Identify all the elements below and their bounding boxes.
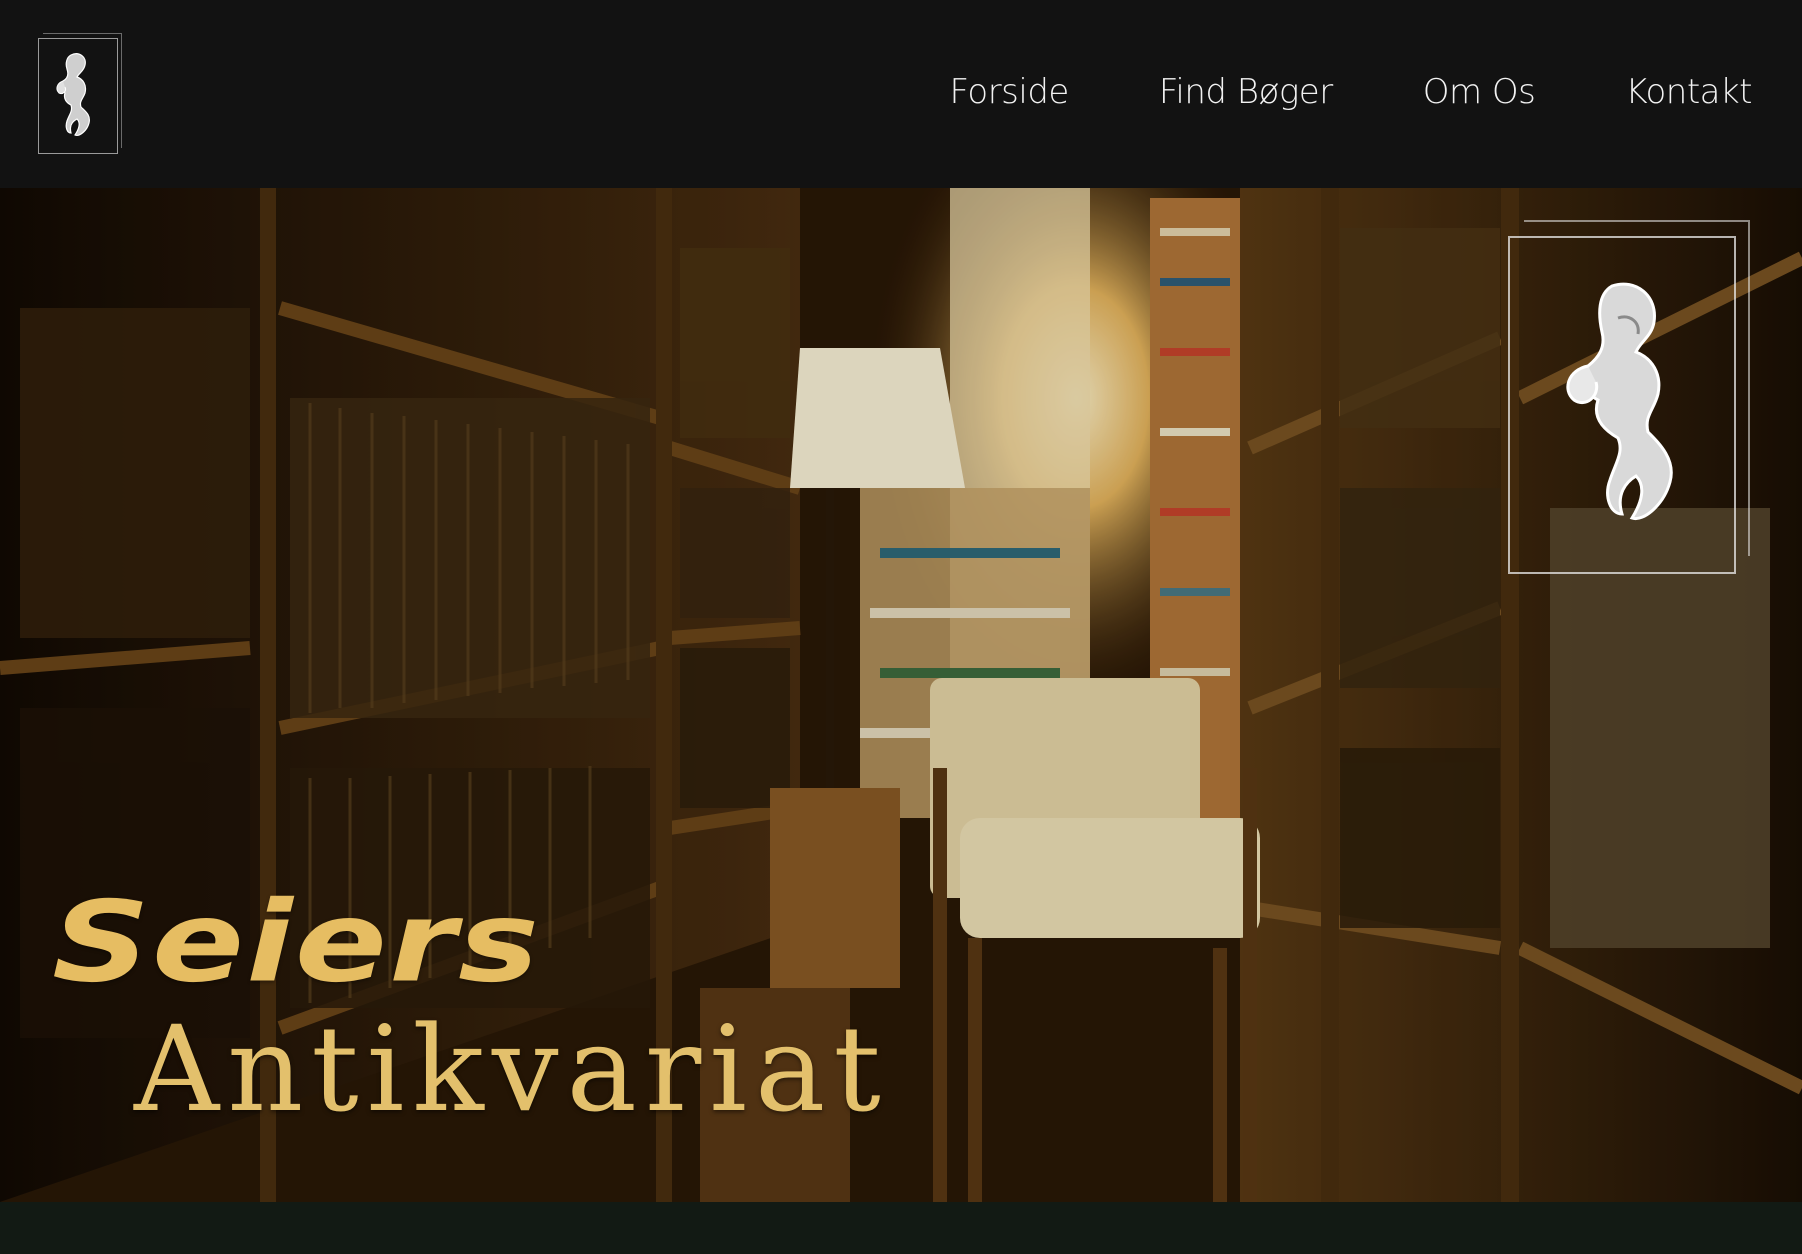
nav-item-forside[interactable]: Forside [950, 72, 1070, 112]
hero-emblem [1508, 220, 1750, 574]
main-nav: Forside Find Bøger Om Os Kontakt [860, 72, 1753, 112]
hero-title-antikvariat: Antikvariat [134, 1000, 889, 1138]
site-logo[interactable] [38, 33, 122, 154]
footer-strip [0, 1202, 1802, 1254]
nav-item-kontakt[interactable]: Kontakt [1625, 72, 1752, 112]
nav-item-find-boger[interactable]: Find Bøger [1159, 72, 1333, 112]
hero-title-seiers: Seiers [52, 878, 542, 1008]
site-header: Forside Find Bøger Om Os Kontakt [0, 0, 1802, 188]
woman-figure-logo-icon [1566, 282, 1673, 520]
woman-figure-logo-icon [56, 53, 90, 136]
nav-item-om-os[interactable]: Om Os [1423, 72, 1536, 112]
hero-banner: Seiers Antikvariat [0, 188, 1802, 1202]
